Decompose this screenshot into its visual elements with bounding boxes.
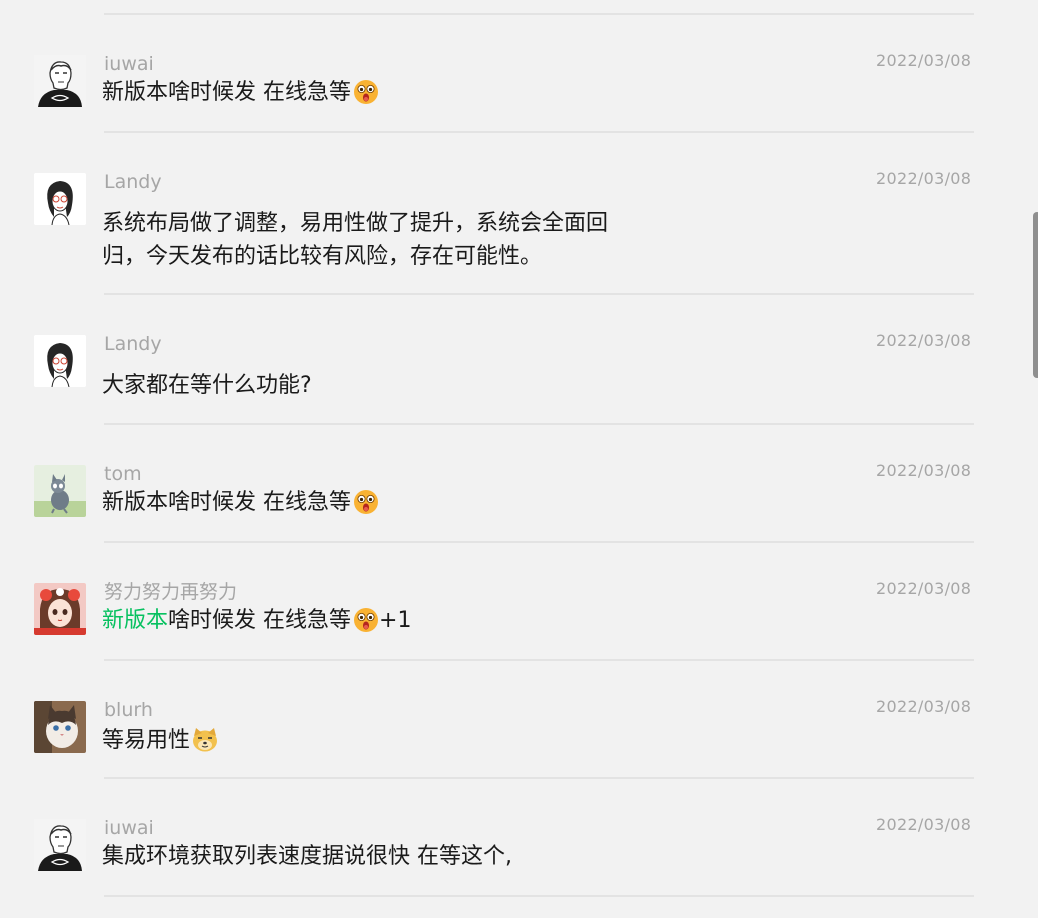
message-text[interactable]: 系统布局做了调整，易用性做了提升，系统会全面回 归，今天发布的话比较有风险，存在可… — [102, 207, 608, 273]
avatar-man-sketch-icon — [34, 819, 86, 871]
message-text[interactable]: 集成环境获取列表速度据说很快 在等这个, — [102, 840, 512, 873]
message-divider — [104, 777, 974, 779]
avatar[interactable] — [34, 583, 86, 635]
scrollbar-thumb[interactable] — [1033, 212, 1038, 378]
message-text[interactable]: 大家都在等什么功能? — [102, 369, 312, 402]
highlighted-text: 新版本 — [102, 608, 169, 633]
avatar-woman-glasses-icon — [34, 335, 86, 387]
chat-message-list[interactable]: iuwai 2022/03/08 新版本啥时候发 在线急等 Landy 2022… — [0, 0, 1038, 918]
message-divider — [104, 13, 974, 15]
message-text[interactable]: 新版本啥时候发 在线急等 — [102, 76, 379, 109]
avatar[interactable] — [34, 335, 86, 387]
message-date: 2022/03/08 — [876, 331, 972, 350]
message-author: Landy — [104, 333, 162, 355]
message-date: 2022/03/08 — [876, 697, 972, 716]
message-author: tom — [104, 463, 142, 485]
surprised-face-emoji-icon — [353, 607, 379, 633]
avatar[interactable] — [34, 173, 86, 225]
message-date: 2022/03/08 — [876, 461, 972, 480]
avatar[interactable] — [34, 55, 86, 107]
avatar-cat-photo-icon — [34, 701, 86, 753]
message-text[interactable]: 新版本啥时候发 在线急等 — [102, 486, 379, 519]
message-date: 2022/03/08 — [876, 815, 972, 834]
avatar-woman-glasses-icon — [34, 173, 86, 225]
message-text[interactable]: 等易用性 — [102, 724, 218, 757]
avatar[interactable] — [34, 819, 86, 871]
message-divider — [104, 423, 974, 425]
message-divider — [104, 659, 974, 661]
message-author: iuwai — [104, 817, 154, 839]
avatar[interactable] — [34, 465, 86, 517]
surprised-face-emoji-icon — [353, 489, 379, 515]
doge-emoji-icon — [192, 727, 218, 753]
avatar-cartoon-cat-icon — [34, 465, 86, 517]
message-divider — [104, 293, 974, 295]
message-author: Landy — [104, 171, 162, 193]
message-divider — [104, 131, 974, 133]
message-text[interactable]: 新版本啥时候发 在线急等 +1 — [102, 604, 411, 637]
avatar-anime-girl-icon — [34, 583, 86, 635]
avatar-man-sketch-icon — [34, 55, 86, 107]
message-date: 2022/03/08 — [876, 51, 972, 70]
message-author: blurh — [104, 699, 153, 721]
message-author: iuwai — [104, 53, 154, 75]
message-date: 2022/03/08 — [876, 579, 972, 598]
surprised-face-emoji-icon — [353, 79, 379, 105]
message-author: 努力努力再努力 — [104, 581, 238, 603]
message-date: 2022/03/08 — [876, 169, 972, 188]
avatar[interactable] — [34, 701, 86, 753]
message-divider — [104, 541, 974, 543]
message-divider — [104, 895, 974, 897]
